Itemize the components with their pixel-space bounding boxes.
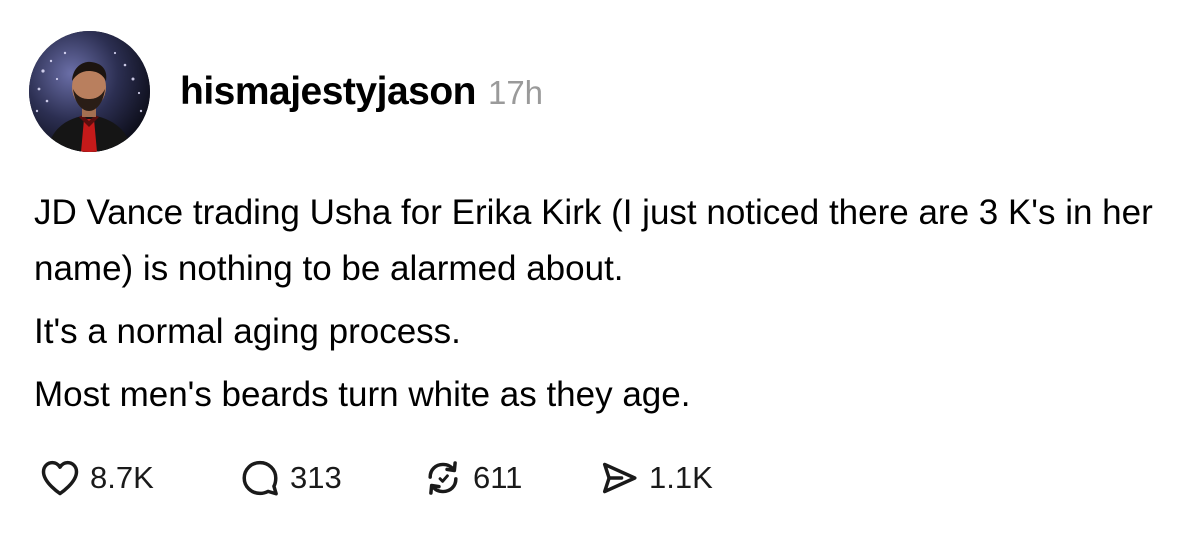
send-icon <box>602 462 637 494</box>
repost-button[interactable]: 611 <box>421 456 597 500</box>
post-header: hismajestyjason 17h <box>180 70 543 118</box>
repost-icon <box>428 461 458 495</box>
comment-icon <box>242 460 278 496</box>
action-bar: 8.7K 313 611 1.1K <box>38 453 757 503</box>
post-card: hismajestyjason 17h JD Vance trading Ush… <box>0 0 1200 536</box>
like-button[interactable]: 8.7K <box>38 456 238 500</box>
share-count: 1.1K <box>649 460 713 495</box>
post-paragraph: It's a normal aging process. <box>34 312 461 351</box>
reply-count: 313 <box>290 460 342 495</box>
timestamp: 17h <box>487 74 544 111</box>
heart-icon <box>41 460 79 496</box>
profile-photo <box>29 31 150 152</box>
post-paragraph: Most men's beards turn white as they age… <box>34 375 691 414</box>
reply-button[interactable]: 313 <box>238 456 421 500</box>
repost-count: 611 <box>473 460 523 495</box>
share-button[interactable]: 1.1K <box>597 456 757 500</box>
username[interactable]: hismajestyjason <box>180 70 476 114</box>
post-text: JD Vance trading Usha for Erika Kirk (I … <box>34 185 1164 430</box>
avatar[interactable] <box>29 31 150 152</box>
like-count: 8.7K <box>90 460 154 495</box>
post-paragraph: JD Vance trading Usha for Erika Kirk (I … <box>34 193 1153 288</box>
